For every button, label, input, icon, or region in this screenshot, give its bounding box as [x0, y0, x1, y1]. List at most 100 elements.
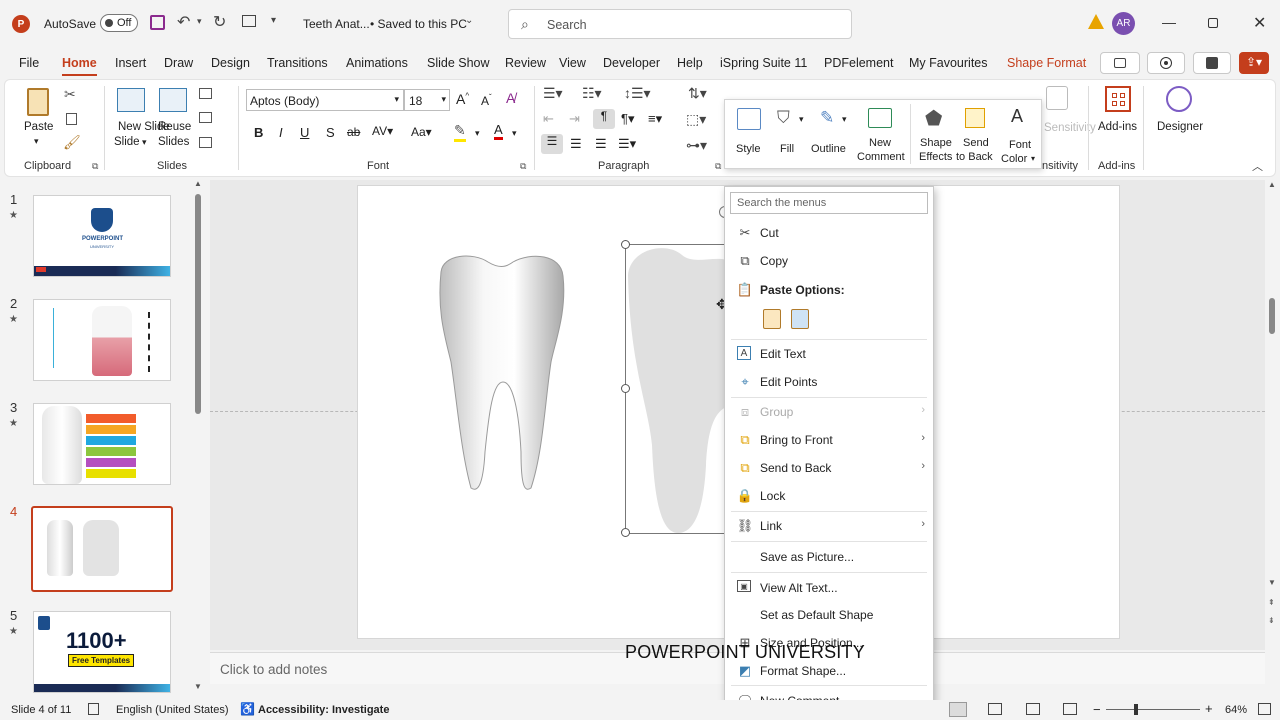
share-button[interactable]: ⇪▾: [1239, 52, 1269, 74]
font-color-icon[interactable]: A: [494, 122, 503, 140]
dialog-launcher-icon[interactable]: ⧉: [715, 161, 721, 172]
italic-icon[interactable]: I: [279, 125, 283, 140]
menu-item-edit-points[interactable]: ⌖ Edit Points: [725, 369, 933, 395]
thumbnail-scrollbar[interactable]: ▲ ▼: [194, 179, 202, 691]
tab-animations[interactable]: Animations: [346, 56, 408, 70]
accessibility-status[interactable]: Accessibility: Investigate: [258, 704, 389, 716]
font-size-select[interactable]: 18 ▾: [404, 89, 450, 111]
reuse-slides-button[interactable]: Reuse: [158, 120, 191, 135]
zoom-level[interactable]: 64%: [1225, 704, 1247, 716]
shadow-icon[interactable]: S: [326, 125, 335, 140]
copy-icon[interactable]: [66, 113, 77, 125]
tab-insert[interactable]: Insert: [115, 56, 146, 70]
tooth-shape[interactable]: [626, 245, 736, 535]
strikethrough-icon[interactable]: ab: [347, 125, 360, 139]
warning-icon[interactable]: [1088, 14, 1104, 29]
tab-file[interactable]: File: [19, 56, 39, 70]
new-slide-icon[interactable]: [117, 88, 145, 112]
chevron-down-icon[interactable]: ▾: [34, 136, 39, 147]
document-title[interactable]: Teeth Anat...: [303, 17, 370, 31]
align-right-icon[interactable]: ☰: [595, 136, 607, 152]
designer-icon[interactable]: [1166, 86, 1192, 112]
comments-button[interactable]: [1100, 52, 1140, 74]
present-icon[interactable]: [242, 15, 256, 27]
add-ins-button[interactable]: Add-ins: [1098, 120, 1137, 135]
tab-help[interactable]: Help: [677, 56, 703, 70]
align-text-icon[interactable]: ⬚▾: [686, 111, 706, 128]
font-family-select[interactable]: Aptos (Body) ▾: [246, 89, 404, 111]
tab-draw[interactable]: Draw: [164, 56, 193, 70]
zoom-in-icon[interactable]: +: [1205, 701, 1213, 716]
slide-thumbnail-1[interactable]: POWERPOINT UNIVERSITY: [33, 195, 171, 277]
character-spacing-icon[interactable]: AV▾: [372, 124, 393, 138]
dialog-launcher-icon[interactable]: ⧉: [520, 161, 526, 172]
text-direction-icon[interactable]: ⇅▾: [688, 85, 707, 102]
send-to-back-icon[interactable]: [965, 108, 985, 128]
chevron-down-icon[interactable]: ▾: [197, 16, 202, 27]
reset-icon[interactable]: [199, 112, 212, 123]
outline-button[interactable]: Outline: [811, 142, 846, 156]
menu-item-edit-text[interactable]: A Edit Text: [725, 341, 933, 367]
tab-pdfelement[interactable]: PDFelement: [824, 56, 893, 70]
line-spacing-icon[interactable]: ↕☰▾: [624, 85, 651, 102]
slide-counter[interactable]: Slide 4 of 11: [11, 704, 71, 716]
dialog-launcher-icon[interactable]: ⧉: [92, 161, 98, 172]
menu-item-view-alt-text[interactable]: ▣ View Alt Text...: [725, 575, 933, 601]
columns-icon[interactable]: ≡▾: [648, 111, 662, 127]
menu-item-lock[interactable]: 🔒 Lock: [725, 483, 933, 509]
bold-icon[interactable]: B: [254, 125, 263, 140]
slide-thumbnail-3[interactable]: [33, 403, 171, 485]
clear-formatting-icon[interactable]: A̸: [506, 90, 515, 106]
slide-sorter-icon[interactable]: [988, 703, 1002, 715]
tab-home[interactable]: Home: [62, 56, 97, 76]
tooth-image[interactable]: [433, 252, 568, 492]
notes-status-icon[interactable]: [88, 703, 99, 715]
zoom-slider-thumb[interactable]: [1134, 704, 1138, 715]
menu-item-set-default-shape[interactable]: Set as Default Shape: [725, 602, 933, 628]
slideshow-icon[interactable]: [1063, 703, 1077, 715]
undo-icon[interactable]: ↶: [177, 12, 190, 32]
bullets-icon[interactable]: ☰▾: [543, 85, 563, 102]
cut-icon[interactable]: ✂: [64, 86, 76, 103]
canvas-scrollbar[interactable]: ▲ ▼ ⇞ ⇟: [1266, 180, 1278, 635]
collapse-ribbon-icon[interactable]: ︿: [1252, 158, 1263, 174]
customize-qat-icon[interactable]: ▾: [271, 15, 276, 26]
fill-icon[interactable]: ⛉: [777, 108, 790, 128]
section-icon[interactable]: [199, 137, 212, 148]
avatar[interactable]: AR: [1112, 12, 1135, 35]
language-indicator[interactable]: English (United States): [116, 704, 229, 716]
redo-icon[interactable]: ↻: [213, 12, 226, 32]
align-center-icon[interactable]: ☰: [570, 136, 582, 152]
decrease-indent-icon[interactable]: ⇤: [543, 111, 554, 127]
menu-item-send-to-back[interactable]: ⧉ Send to Back ›: [725, 455, 933, 481]
slide-thumbnail-4[interactable]: [31, 506, 173, 592]
highlight-icon[interactable]: ✎: [454, 122, 466, 142]
tab-shape-format[interactable]: Shape Format: [1007, 56, 1086, 70]
resize-handle[interactable]: [621, 528, 630, 537]
resize-handle[interactable]: [621, 240, 630, 249]
normal-view-icon[interactable]: [949, 702, 967, 717]
menu-item-copy[interactable]: ⧉ Copy: [725, 248, 933, 274]
scrollbar-thumb[interactable]: [1269, 298, 1275, 334]
align-left-icon[interactable]: ☰: [541, 134, 563, 154]
tab-developer[interactable]: Developer: [603, 56, 660, 70]
restore-icon[interactable]: [1208, 18, 1218, 28]
fit-to-window-icon[interactable]: [1258, 703, 1271, 715]
send-to-back-button[interactable]: Send: [963, 136, 989, 150]
numbering-icon[interactable]: ☷▾: [582, 85, 602, 102]
text-direction-rtl-icon[interactable]: ¶▾: [621, 111, 635, 127]
paste-picture-icon[interactable]: [791, 309, 809, 329]
paste-icon[interactable]: [23, 86, 53, 118]
teams-button[interactable]: [1193, 52, 1231, 74]
menu-item-save-as-picture[interactable]: Save as Picture...: [725, 544, 933, 570]
increase-font-icon[interactable]: A^: [456, 91, 469, 107]
shape-effects-icon[interactable]: ⬟: [925, 106, 942, 131]
fill-button[interactable]: Fill: [780, 142, 794, 156]
close-icon[interactable]: ✕: [1253, 13, 1266, 33]
decrease-font-icon[interactable]: Aˇ: [481, 93, 492, 108]
selected-shape[interactable]: [621, 240, 736, 537]
chevron-down-icon[interactable]: ▾: [842, 114, 847, 125]
outline-icon[interactable]: ✎: [820, 108, 834, 128]
add-ins-icon[interactable]: [1105, 86, 1131, 112]
style-button[interactable]: Style: [736, 142, 760, 156]
